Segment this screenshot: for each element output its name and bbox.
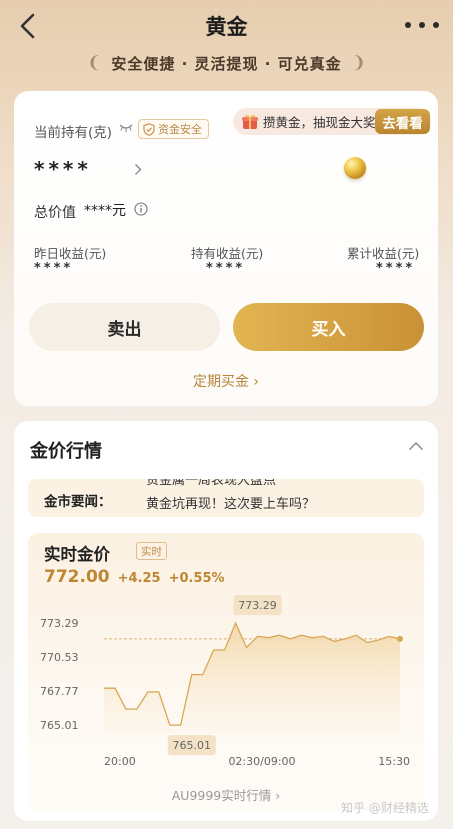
x-tick-label: 02:30/09:00 xyxy=(228,755,295,768)
holding-profit-label: 持有收益(元) xyxy=(191,246,264,261)
chevron-right-icon[interactable] xyxy=(134,163,142,176)
intraday-price-chart[interactable]: 773.29 770.53 767.77 765.01 773.29 765.01 20:0… xyxy=(28,593,424,773)
slogan-row: ❨ 安全便捷 · 灵活提现 · 可兑真金 ❩ xyxy=(0,50,453,76)
chevron-right-icon: › xyxy=(275,788,281,803)
realtime-price-title: 实时金价 xyxy=(44,545,110,564)
yesterday-profit-label: 昨日收益(元) xyxy=(34,246,107,261)
y-tick-label: 770.53 xyxy=(40,651,79,664)
x-tick-label: 15:30 xyxy=(378,755,410,768)
total-profit-label: 累计收益(元) xyxy=(347,246,420,261)
realtime-tag: 实时 xyxy=(136,542,167,560)
holding-profit-value: **** xyxy=(206,261,246,276)
chevron-right-icon: › xyxy=(253,374,260,390)
chevron-up-icon[interactable] xyxy=(408,441,424,451)
laurel-left-icon: ❨ xyxy=(87,53,102,73)
current-price: 772.00 xyxy=(44,567,110,587)
promo-banner[interactable]: 攒黄金，抽现金大奖 去看看 xyxy=(233,108,431,135)
current-price-dot xyxy=(397,635,403,642)
gift-icon xyxy=(242,114,258,129)
sell-button[interactable]: 卖出 xyxy=(29,303,220,351)
laurel-right-icon: ❩ xyxy=(351,53,366,73)
gold-ball-icon xyxy=(344,157,366,179)
promo-text: 攒黄金，抽现金大奖 xyxy=(263,115,376,130)
news-label: 金市要闻： xyxy=(44,494,112,510)
price-area xyxy=(104,623,400,733)
gold-market-card: 金价行情 金市要闻： 贵金属一周表现大盘点 黄金坑再现！这次要上车吗？ 实时金价… xyxy=(14,421,438,821)
holding-amount: **** xyxy=(34,157,92,181)
more-options-icon[interactable] xyxy=(405,14,439,36)
x-tick-label: 20:00 xyxy=(104,755,136,768)
y-tick-label: 773.29 xyxy=(40,617,79,630)
regular-buy-label: 定期买金 xyxy=(192,374,249,390)
top-bar: 黄金 xyxy=(0,0,453,50)
buy-button[interactable]: 买入 xyxy=(233,303,424,351)
total-value-label: 总价值 xyxy=(34,205,76,221)
price-row: 772.00 +4.25 +0.55% xyxy=(44,567,225,587)
market-news-ticker[interactable]: 金市要闻： 贵金属一周表现大盘点 黄金坑再现！这次要上车吗？ xyxy=(28,479,424,517)
news-headline[interactable]: 黄金坑再现！这次要上车吗？ xyxy=(146,493,315,512)
min-price-label: 765.01 xyxy=(173,739,212,752)
yesterday-profit-value: **** xyxy=(34,261,74,276)
slogan: 安全便捷 · 灵活提现 · 可兑真金 xyxy=(111,54,342,73)
y-tick-label: 767.77 xyxy=(40,685,79,698)
y-tick-label: 765.01 xyxy=(40,719,79,732)
hide-eye-icon[interactable] xyxy=(119,124,133,132)
market-section-title: 金价行情 xyxy=(30,441,102,462)
regular-buy-link[interactable]: 定期买金 › xyxy=(14,371,438,391)
max-price-label: 773.29 xyxy=(238,599,277,612)
fund-safety-text: 资金安全 xyxy=(158,123,202,136)
watermark: 知乎 @财经精选 xyxy=(341,801,429,815)
holdings-card: 当前持有(克) 资金安全 攒黄金，抽现金大奖 去看看 **** 总价值 ****… xyxy=(14,91,438,406)
total-profit-value: **** xyxy=(376,261,416,276)
price-change-percent: +0.55% xyxy=(168,571,225,586)
news-previous-item: 贵金属一周表现大盘点 xyxy=(146,479,277,488)
au9999-link-label: AU9999实时行情 xyxy=(171,788,272,803)
promo-go-button[interactable]: 去看看 xyxy=(375,109,430,134)
total-value: ****元 xyxy=(84,203,126,219)
price-change: +4.25 xyxy=(117,571,161,586)
shield-icon xyxy=(143,122,155,136)
info-icon[interactable] xyxy=(134,202,148,216)
fund-safety-badge[interactable]: 资金安全 xyxy=(138,119,209,139)
holding-label: 当前持有(克) xyxy=(34,125,113,141)
page-title: 黄金 xyxy=(205,15,248,39)
realtime-quote-panel: 实时金价 实时 772.00 +4.25 +0.55% 773.29 770.53… xyxy=(28,533,424,811)
